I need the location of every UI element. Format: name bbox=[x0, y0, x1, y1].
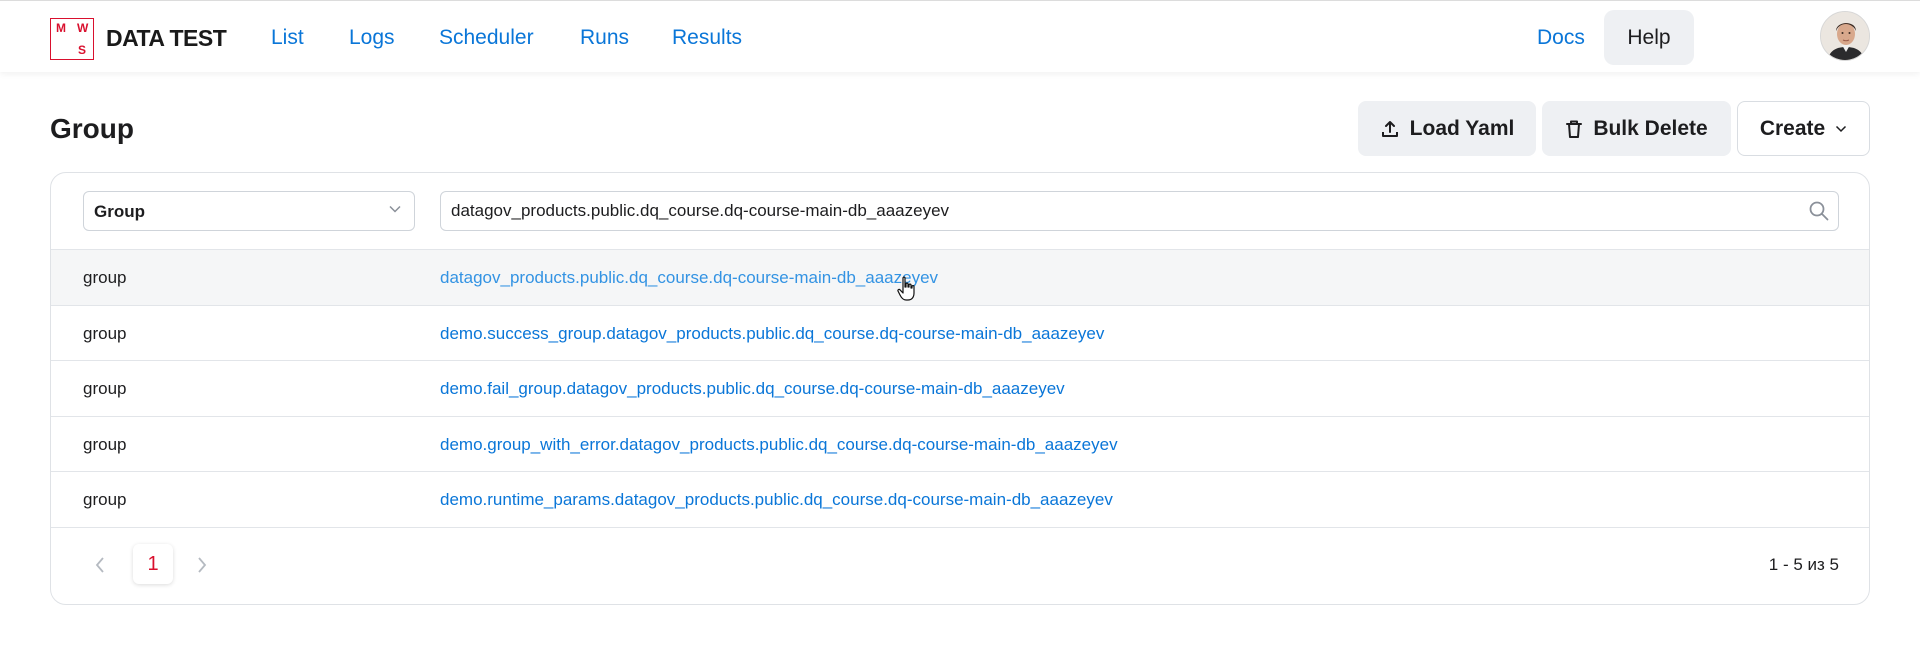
logo-letter-w: W bbox=[77, 21, 89, 35]
brand-title[interactable]: DATA TEST bbox=[106, 25, 227, 52]
avatar-portrait-icon bbox=[1821, 12, 1869, 60]
load-yaml-label: Load Yaml bbox=[1409, 116, 1515, 140]
help-button[interactable]: Help bbox=[1604, 10, 1694, 65]
row-type: group bbox=[83, 268, 127, 287]
table-row[interactable]: group demo.runtime_params.datagov_produc… bbox=[51, 472, 1869, 528]
user-avatar[interactable] bbox=[1820, 11, 1870, 61]
load-yaml-button[interactable]: Load Yaml bbox=[1358, 101, 1536, 156]
nav-runs[interactable]: Runs bbox=[580, 26, 629, 50]
top-navbar: M W S DATA TEST List Logs Scheduler Runs… bbox=[0, 0, 1920, 72]
row-type: group bbox=[83, 490, 127, 509]
pagination-range: 1 - 5 из 5 bbox=[1768, 555, 1839, 574]
bulk-delete-label: Bulk Delete bbox=[1593, 116, 1708, 140]
results-table: group datagov_products.public.dq_course.… bbox=[51, 249, 1869, 528]
upload-icon bbox=[1381, 120, 1398, 137]
search-input[interactable] bbox=[440, 191, 1839, 231]
search-icon[interactable] bbox=[1808, 200, 1830, 222]
create-button[interactable]: Create bbox=[1737, 101, 1870, 156]
row-name-link[interactable]: demo.success_group.datagov_products.publ… bbox=[440, 324, 1104, 344]
page-title: Group bbox=[50, 113, 134, 144]
nav-results[interactable]: Results bbox=[672, 26, 742, 50]
bulk-delete-button[interactable]: Bulk Delete bbox=[1542, 101, 1731, 156]
nav-list[interactable]: List bbox=[271, 26, 304, 50]
nav-logs[interactable]: Logs bbox=[349, 26, 395, 50]
page-number-current[interactable]: 1 bbox=[133, 544, 173, 584]
row-name-link[interactable]: demo.group_with_error.datagov_products.p… bbox=[440, 435, 1118, 455]
row-name-link[interactable]: demo.runtime_params.datagov_products.pub… bbox=[440, 490, 1113, 510]
create-label: Create bbox=[1759, 116, 1826, 140]
chevron-down-icon bbox=[389, 205, 401, 213]
row-type: group bbox=[83, 379, 127, 398]
mws-logo[interactable]: M W S bbox=[50, 18, 94, 60]
logo-letter-s: S bbox=[78, 43, 87, 57]
type-select-value: Group bbox=[94, 202, 145, 221]
row-type: group bbox=[83, 323, 127, 343]
trash-icon bbox=[1566, 120, 1583, 138]
prev-page-icon[interactable] bbox=[93, 555, 107, 575]
table-row[interactable]: group demo.success_group.datagov_product… bbox=[51, 306, 1869, 361]
type-select[interactable]: Group bbox=[83, 191, 415, 231]
row-name-link[interactable]: datagov_products.public.dq_course.dq-cou… bbox=[440, 268, 938, 288]
group-list-card: Group group datagov_products.public.dq_c… bbox=[50, 172, 1870, 605]
row-type: group bbox=[83, 434, 127, 454]
nav-docs[interactable]: Docs bbox=[1537, 26, 1585, 50]
chevron-down-icon bbox=[1836, 125, 1847, 132]
table-row[interactable]: group demo.fail_group.datagov_products.p… bbox=[51, 361, 1869, 417]
logo-letter-m: M bbox=[56, 21, 66, 35]
table-row[interactable]: group datagov_products.public.dq_course.… bbox=[51, 250, 1869, 306]
hand-pointer-icon bbox=[897, 276, 915, 301]
table-row[interactable]: group demo.group_with_error.datagov_prod… bbox=[51, 417, 1869, 472]
nav-scheduler[interactable]: Scheduler bbox=[439, 26, 534, 50]
next-page-icon[interactable] bbox=[195, 555, 209, 575]
row-name-link[interactable]: demo.fail_group.datagov_products.public.… bbox=[440, 379, 1065, 399]
